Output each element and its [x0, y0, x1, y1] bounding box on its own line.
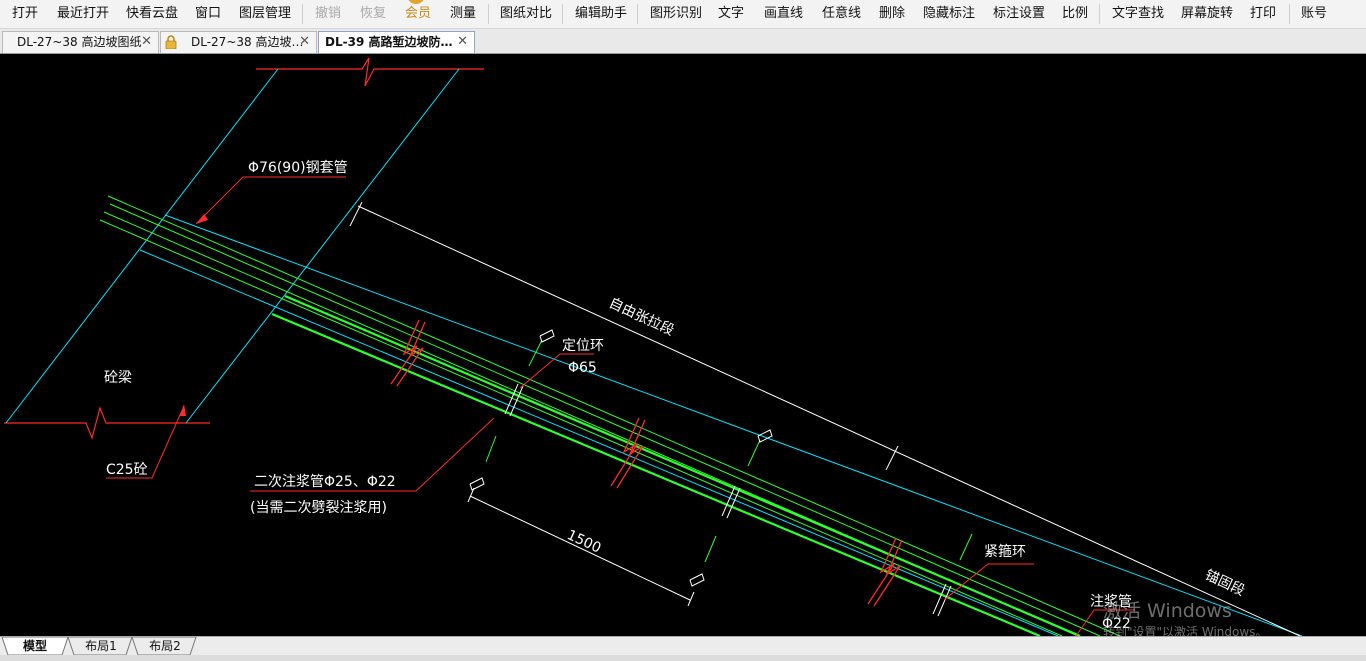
- beam-edge-left: [5, 68, 279, 424]
- layout-tabbar: 模型 布局1 布局2: [0, 636, 1366, 656]
- open-button[interactable]: 打开: [12, 5, 38, 23]
- measure-button[interactable]: 测量: [450, 5, 476, 23]
- tendon-line: [107, 195, 1121, 636]
- tendon-line: [99, 219, 1063, 636]
- hide-marks-button[interactable]: 隐藏标注: [923, 5, 975, 23]
- toolbar-separator: [637, 4, 638, 24]
- document-tabbar: DL-27~38 高边坡图纸 ✕ DL-27~38 高边坡… ✕ DL-39 高…: [0, 29, 1366, 54]
- label-spacing: 1500: [564, 527, 603, 557]
- sleeve-top-edge: [164, 214, 1303, 636]
- window-button[interactable]: 窗口: [195, 5, 221, 23]
- toolbar-separator: [302, 4, 303, 24]
- toolbar-separator: [1099, 4, 1100, 24]
- tab-label: DL-39 高路堑边坡防…: [325, 35, 453, 49]
- close-icon[interactable]: ✕: [457, 32, 468, 52]
- tab-dl39-active[interactable]: DL-39 高路堑边坡防… ✕: [318, 31, 475, 53]
- rotate-button[interactable]: 屏幕旋转: [1181, 5, 1233, 23]
- dimension-tick: [349, 201, 363, 227]
- label-free-segment: 自由张拉段: [606, 295, 676, 339]
- tab-dl27-locked[interactable]: DL-27~38 高边坡… ✕: [160, 31, 317, 53]
- member-button[interactable]: 会员: [405, 5, 431, 23]
- line-button[interactable]: 画直线: [764, 5, 803, 23]
- break-line-top: [256, 57, 484, 87]
- layout-tab-layout2[interactable]: 布局2: [140, 637, 190, 655]
- label-grout-pipe: 注浆管: [1090, 594, 1132, 610]
- cad-drawing: Φ76(90)钢套管 自由张拉段 定位环 Φ65 砼梁 C25砼 二次注浆管Φ2…: [4, 57, 1303, 636]
- leader-tight-ring: [943, 563, 1034, 601]
- undo-button[interactable]: 撤销: [315, 5, 341, 23]
- label-secondary-pipe: 二次注浆管Φ25、Φ22: [254, 474, 396, 490]
- leader-arrow: [196, 214, 208, 224]
- beam-edge-right: [185, 68, 460, 424]
- delete-button[interactable]: 删除: [879, 5, 905, 23]
- main-toolbar: 打开 最近打开 快看云盘 窗口 图层管理 撤销 恢复 会员 测量 图纸对比 编辑…: [0, 0, 1366, 29]
- free-line-button[interactable]: 任意线: [822, 5, 861, 23]
- toolbar-separator: [1289, 4, 1290, 24]
- scale-button[interactable]: 比例: [1062, 5, 1088, 23]
- layout-tab-layout1[interactable]: 布局1: [76, 637, 126, 655]
- account-button[interactable]: 账号: [1301, 5, 1327, 23]
- dimension-tick: [467, 487, 475, 503]
- text-button[interactable]: 文字: [718, 5, 744, 23]
- compare-button[interactable]: 图纸对比: [500, 5, 552, 23]
- dimension-free-segment: [357, 205, 1301, 636]
- ring-ticks: [485, 339, 973, 563]
- close-icon[interactable]: ✕: [141, 32, 152, 52]
- lock-icon: [165, 35, 177, 49]
- label-concrete-grade: C25砼: [106, 462, 148, 478]
- toolbar-separator: [488, 4, 489, 24]
- print-button[interactable]: 打印: [1250, 5, 1276, 23]
- label-grout-dia: Φ22: [1102, 616, 1131, 632]
- status-bar: [0, 655, 1366, 661]
- edit-helper-button[interactable]: 编辑助手: [575, 5, 627, 23]
- mark-settings-button[interactable]: 标注设置: [993, 5, 1045, 23]
- toolbar-separator: [562, 4, 563, 24]
- break-line-bottom: [4, 406, 210, 440]
- redo-button[interactable]: 恢复: [360, 5, 386, 23]
- tendon-line: [109, 203, 1101, 636]
- tendon-main: [284, 294, 1081, 636]
- tab-label: DL-27~38 高边坡图纸: [17, 35, 142, 49]
- tab-dl27-drawings[interactable]: DL-27~38 高边坡图纸 ✕: [2, 31, 159, 53]
- crown-icon: [407, 0, 425, 4]
- layers-button[interactable]: 图层管理: [239, 5, 291, 23]
- label-ring-dia: Φ65: [568, 360, 597, 376]
- cloud-button[interactable]: 快看云盘: [126, 5, 178, 23]
- label-beam: 砼梁: [104, 370, 132, 386]
- leader-arrow: [180, 404, 186, 416]
- layout-tab-model[interactable]: 模型: [10, 637, 60, 655]
- sleeve-bottom-edge: [139, 249, 1059, 636]
- label-positioning-ring: 定位环: [562, 338, 604, 354]
- grout-marks: [469, 329, 773, 587]
- text-search-button[interactable]: 文字查找: [1112, 5, 1164, 23]
- drawing-canvas[interactable]: Φ76(90)钢套管 自由张拉段 定位环 Φ65 砼梁 C25砼 二次注浆管Φ2…: [0, 54, 1366, 636]
- close-icon[interactable]: ✕: [299, 32, 310, 52]
- label-tight-ring: 紧箍环: [984, 543, 1026, 560]
- leader-steel-pipe: [195, 176, 346, 225]
- label-secondary-note: (当需二次劈裂注浆用): [250, 499, 387, 516]
- label-steel-pipe: Φ76(90)钢套管: [248, 160, 348, 176]
- recent-button[interactable]: 最近打开: [57, 5, 109, 23]
- shape-recognize-button[interactable]: 图形识别: [650, 5, 702, 23]
- tab-label: DL-27~38 高边坡…: [191, 35, 304, 49]
